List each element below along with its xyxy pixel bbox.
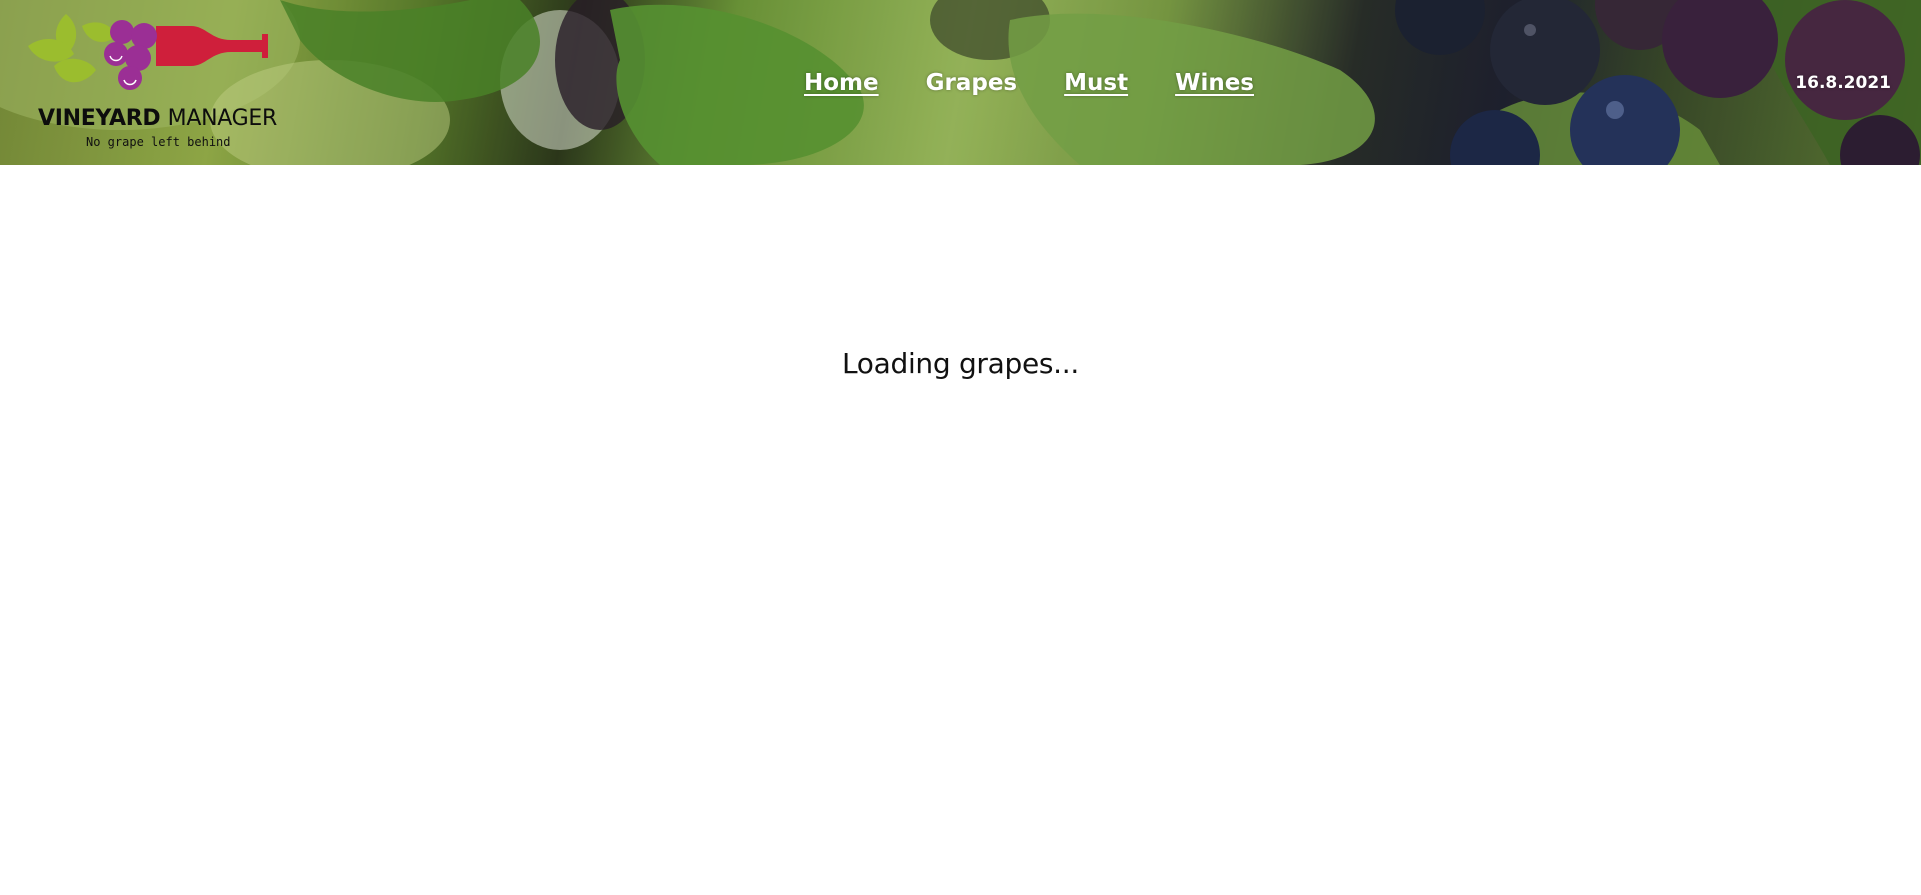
nav-link-home[interactable]: Home (804, 70, 879, 96)
logo-title-light: MANAGER (167, 106, 278, 131)
current-date: 16.8.2021 (1795, 73, 1891, 93)
main-nav: Home Grapes Must Wines (804, 70, 1254, 96)
loading-status: Loading grapes... (841, 347, 1079, 380)
main-content: Loading grapes... (0, 165, 1921, 895)
logo-tagline: No grape left behind (86, 135, 231, 149)
nav-link-must[interactable]: Must (1064, 70, 1128, 96)
app-logo[interactable]: VINEYARD MANAGER No grape left behind (26, 6, 277, 156)
nav-link-wines[interactable]: Wines (1175, 70, 1254, 96)
logo-title: VINEYARD MANAGER (38, 106, 277, 131)
logo-title-bold: VINEYARD (38, 106, 161, 131)
nav-link-grapes[interactable]: Grapes (926, 70, 1018, 96)
header-banner: VINEYARD MANAGER No grape left behind Ho… (0, 0, 1921, 165)
grape-bottle-logo-icon (28, 14, 268, 90)
